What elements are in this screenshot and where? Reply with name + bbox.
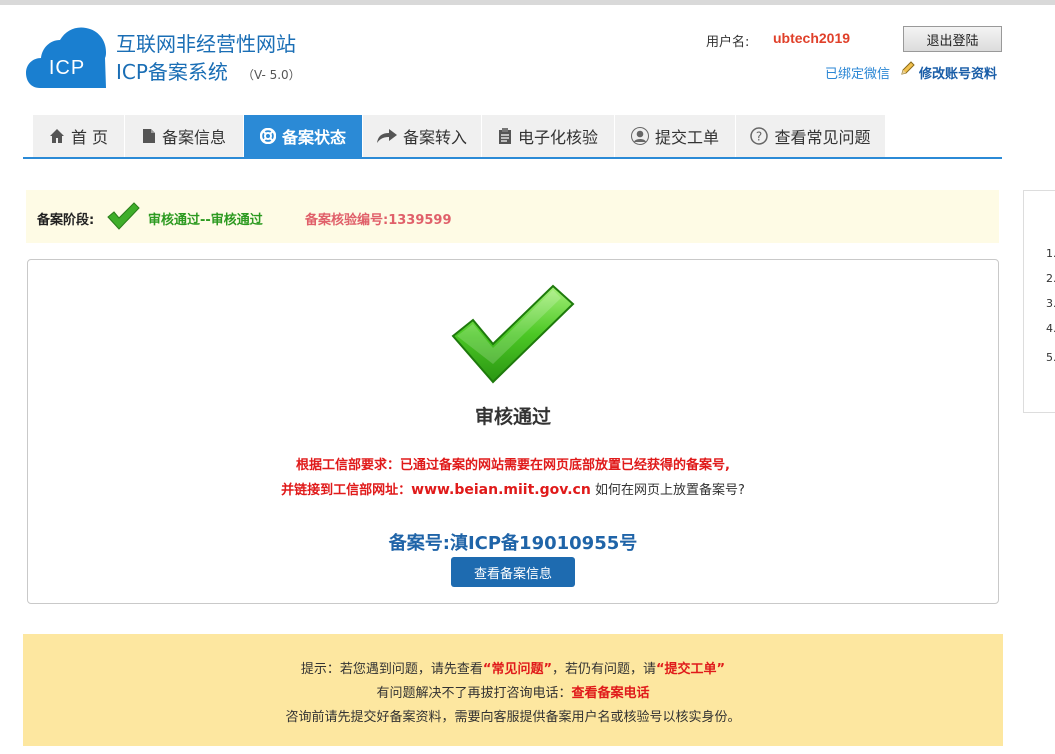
home-icon xyxy=(49,129,64,143)
approval-title: 审核通过 xyxy=(474,406,551,428)
tip-line-3: 咨询前请先提交好备案资料，需要向客服提供备案用户名或核验号以核实身份。 xyxy=(285,710,741,725)
tab-electronic-verify[interactable]: 电子化核验 xyxy=(482,115,615,157)
side-panel: 1. 2. 3. 4. 5. xyxy=(1023,190,1055,413)
clipboard-icon xyxy=(498,127,511,144)
system-title: ICP备案系统 （V- 5.0） xyxy=(116,60,301,87)
tab-label: 电子化核验 xyxy=(517,128,598,147)
user-icon xyxy=(630,127,649,145)
faq-link[interactable]: “常见问题” xyxy=(483,662,552,677)
tab-label: 备案转入 xyxy=(402,128,467,147)
wechat-bound-link[interactable]: 已绑定微信 xyxy=(825,63,890,82)
system-name: ICP备案系统 xyxy=(116,60,228,84)
username-label: 用户名: xyxy=(706,35,750,50)
tab-home[interactable]: 首 页 xyxy=(33,115,125,157)
edit-account-link[interactable]: 修改账号资料 xyxy=(919,63,997,82)
tab-label: 备案状态 xyxy=(281,128,346,147)
pencil-icon xyxy=(901,61,915,75)
main-nav: 首 页 备案信息 备案状态 备案转入 电子化核验 提交工单 ? 查看常见问题 xyxy=(23,115,1002,159)
large-checkmark-icon xyxy=(451,284,575,384)
svg-text:?: ? xyxy=(756,130,762,144)
side-list-item: 2. xyxy=(1046,272,1055,285)
requirement-text: 根据工信部要求：已通过备案的网站需要在网页底部放置已经获得的备案号, xyxy=(296,458,730,473)
question-icon: ? xyxy=(750,127,769,145)
tip-text: 有问题解决不了再拔打咨询电话： xyxy=(376,686,572,701)
tab-label: 备案信息 xyxy=(161,128,226,147)
tip-text: 提示：若您遇到问题，请先查看 xyxy=(300,662,483,677)
tip-line-1: 提示：若您遇到问题，请先查看“常见问题”，若仍有问题，请“提交工单” xyxy=(23,658,1003,677)
tab-label: 首 页 xyxy=(70,128,109,147)
tab-record-transfer[interactable]: 备案转入 xyxy=(363,115,482,157)
tip-text: ，若仍有问题，请 xyxy=(552,662,657,677)
side-list-item: 5. xyxy=(1046,351,1055,364)
side-list-item: 3. xyxy=(1046,297,1055,310)
requirement-link-line: 并链接到工信部网址：www.beian.miit.gov.cn 如何在网页上放置… xyxy=(0,479,1026,498)
stage-label: 备案阶段: xyxy=(37,213,95,228)
hotline-link[interactable]: 查看备案电话 xyxy=(572,686,650,701)
checkmark-icon xyxy=(107,202,140,230)
logout-button[interactable]: 退出登陆 xyxy=(903,26,1002,52)
document-icon xyxy=(142,129,155,143)
verification-code: 备案核验编号:1339599 xyxy=(305,213,452,228)
tab-label: 提交工单 xyxy=(654,128,719,147)
tab-record-status[interactable]: 备案状态 xyxy=(244,115,363,157)
tab-record-info[interactable]: 备案信息 xyxy=(125,115,244,157)
tab-label: 查看常见问题 xyxy=(774,128,871,147)
requirement-prefix: 并链接到工信部网址： xyxy=(281,483,412,498)
tab-faq[interactable]: ? 查看常见问题 xyxy=(736,115,886,157)
record-stage-bar: 备案阶段: 审核通过--审核通过 备案核验编号:1339599 xyxy=(26,190,999,243)
view-record-info-button[interactable]: 查看备案信息 xyxy=(451,557,575,587)
icp-cloud-logo: ICP xyxy=(26,26,108,88)
site-title: 互联网非经营性网站 xyxy=(116,32,296,56)
version-label: （V- 5.0） xyxy=(241,68,301,82)
how-to-place-link[interactable]: 如何在网页上放置备案号? xyxy=(595,483,745,498)
stage-status: 审核通过--审核通过 xyxy=(148,213,263,228)
lifebuoy-icon xyxy=(259,128,276,144)
logo-text: ICP xyxy=(48,57,86,79)
side-list-item: 4. xyxy=(1046,322,1055,335)
username-value: ubtech2019 xyxy=(773,30,851,46)
submit-ticket-link[interactable]: “提交工单” xyxy=(656,662,725,677)
tab-submit-ticket[interactable]: 提交工单 xyxy=(615,115,736,157)
share-arrow-icon xyxy=(376,129,397,143)
top-border xyxy=(0,0,1055,5)
record-number: 备案号:滇ICP备19010955号 xyxy=(388,533,638,554)
side-list-item: 1. xyxy=(1046,247,1055,260)
tips-box: 提示：若您遇到问题，请先查看“常见问题”，若仍有问题，请“提交工单” 有问题解决… xyxy=(23,634,1003,746)
tip-line-2: 有问题解决不了再拔打咨询电话：查看备案电话 xyxy=(23,682,1003,701)
miit-url-link[interactable]: www.beian.miit.gov.cn xyxy=(411,482,591,498)
